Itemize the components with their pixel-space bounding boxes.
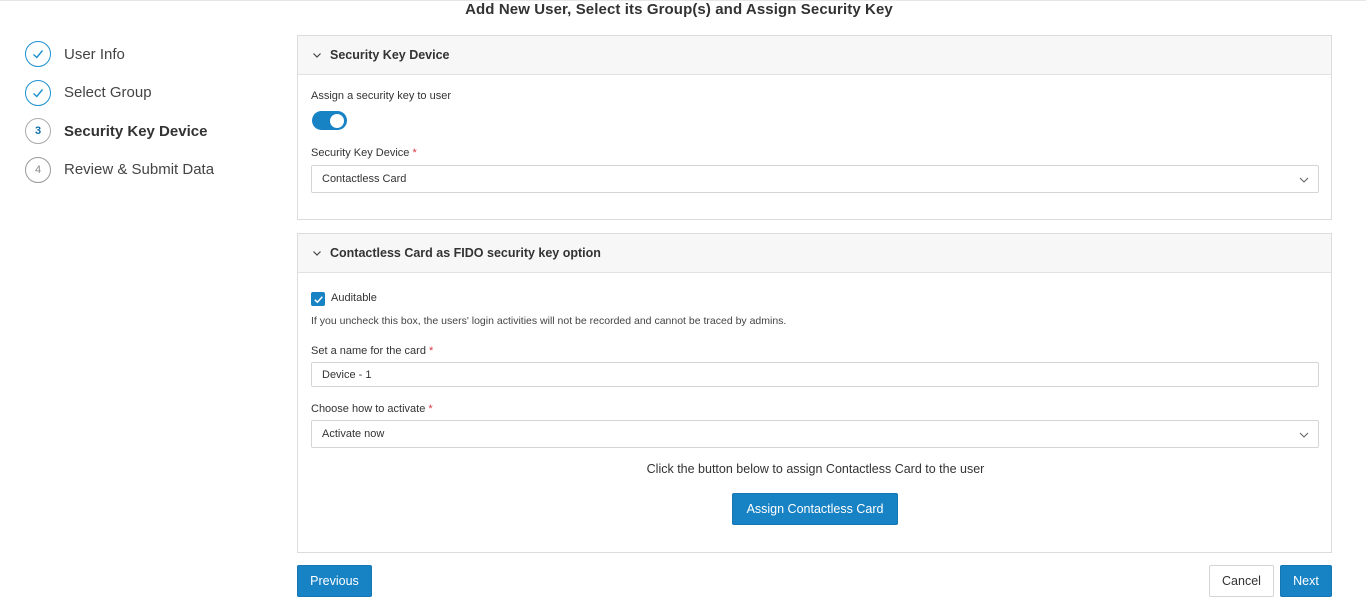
chevron-down-icon	[1299, 432, 1309, 438]
step-label: Review & Submit Data	[64, 161, 215, 178]
device-field-label: Security Key Device *	[311, 147, 417, 159]
step-complete-check-icon	[25, 41, 51, 67]
assign-security-key-toggle[interactable]	[312, 111, 347, 130]
required-marker: *	[412, 147, 417, 159]
step-user-info[interactable]: User Info	[25, 41, 214, 67]
required-marker: *	[428, 345, 434, 357]
step-review-submit[interactable]: 4 Review & Submit Data	[25, 156, 215, 183]
card-name-label: Set a name for the card *	[311, 345, 434, 357]
step-label: User Info	[64, 45, 125, 63]
step-label: Select Group	[64, 84, 152, 101]
step-number: 4	[25, 156, 51, 183]
previous-button[interactable]: Previous	[297, 565, 372, 597]
contactless-card-panel-header[interactable]: Contactless Card as FIDO security key op…	[298, 234, 1331, 273]
auditable-hint: If you uncheck this box, the users' logi…	[311, 315, 787, 327]
step-number: 3	[25, 118, 51, 144]
required-marker: *	[428, 403, 433, 415]
toggle-knob	[330, 113, 344, 128]
step-security-key-device[interactable]: 3 Security Key Device	[25, 118, 214, 144]
activation-method-select[interactable]: Activate now	[311, 420, 1319, 448]
card-name-input[interactable]: Device - 1	[311, 362, 1319, 387]
assign-toggle-label: Assign a security key to user	[311, 90, 452, 102]
auditable-checkbox[interactable]	[311, 292, 325, 306]
security-key-panel-header[interactable]: Security Key Device	[298, 36, 1331, 75]
step-label: Security Key Device	[64, 122, 208, 140]
selected-value: Activate now	[322, 428, 385, 440]
assign-instruction: Click the button below to assign Contact…	[646, 462, 985, 476]
wizard-stepper: User Info Select Group 3 Security Key De…	[25, 41, 214, 195]
chevron-down-icon	[1299, 177, 1309, 183]
step-select-group[interactable]: Select Group	[25, 79, 214, 106]
panel-title: Contactless Card as FIDO security key op…	[330, 246, 601, 260]
input-value: Device - 1	[322, 368, 372, 381]
security-key-device-select[interactable]: Contactless Card	[311, 165, 1319, 193]
activate-label: Choose how to activate *	[311, 403, 433, 415]
panel-title: Security Key Device	[330, 48, 450, 62]
chevron-down-icon	[313, 251, 321, 256]
auditable-label: Auditable	[331, 292, 377, 304]
security-key-panel: Security Key Device Assign a security ke…	[297, 35, 1332, 220]
contactless-card-panel: Contactless Card as FIDO security key op…	[297, 233, 1332, 553]
chevron-down-icon	[313, 53, 321, 58]
selected-value: Contactless Card	[322, 173, 407, 185]
step-complete-check-icon	[25, 79, 51, 106]
next-button[interactable]: Next	[1280, 565, 1332, 597]
page-title: Add New User, Select its Group(s) and As…	[465, 1, 893, 18]
check-icon	[313, 295, 323, 303]
cancel-button[interactable]: Cancel	[1209, 565, 1274, 597]
assign-contactless-card-button[interactable]: Assign Contactless Card	[732, 493, 898, 525]
